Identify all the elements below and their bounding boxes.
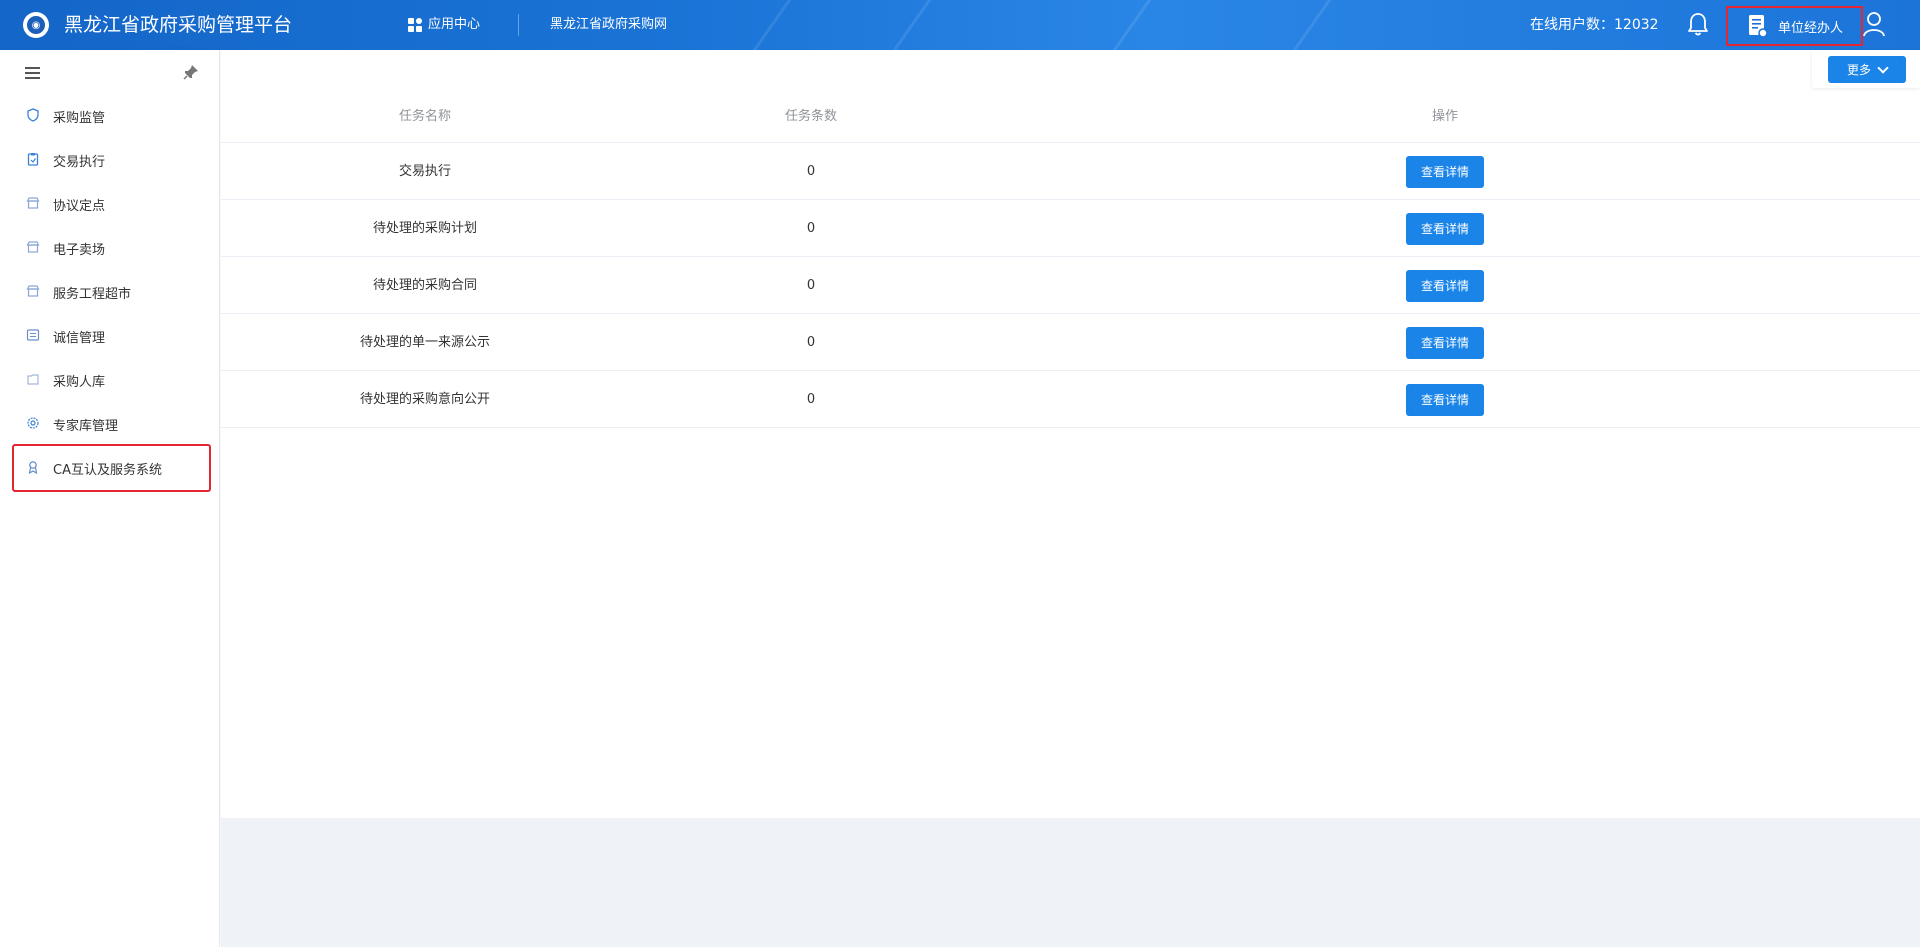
sidebar-item-agreement-points[interactable]: 协议定点 bbox=[0, 182, 220, 226]
table-row: 待处理的采购合同 0 查看详情 bbox=[221, 257, 1920, 314]
header-divider bbox=[518, 14, 519, 36]
site-link[interactable]: 黑龙江省政府采购网 bbox=[550, 14, 667, 36]
row-action-cell: 查看详情 bbox=[1349, 371, 1541, 428]
header-operation: 操作 bbox=[1431, 109, 1458, 124]
pin-icon[interactable] bbox=[183, 64, 199, 80]
row-action-cell: 查看详情 bbox=[1349, 257, 1541, 314]
view-details-button[interactable]: 查看详情 bbox=[1406, 383, 1484, 416]
view-details-button[interactable]: 查看详情 bbox=[1406, 326, 1484, 359]
sidebar-item-label: 采购监管 bbox=[53, 110, 106, 126]
list-icon bbox=[26, 329, 40, 341]
task-name: 待处理的采购合同 bbox=[372, 278, 477, 293]
task-name: 待处理的采购意向公开 bbox=[359, 392, 490, 407]
chevron-down-icon bbox=[1877, 61, 1889, 74]
task-count: 0 bbox=[806, 278, 816, 293]
task-count: 0 bbox=[806, 335, 816, 350]
role-label: 单位经办人 bbox=[1778, 20, 1844, 36]
table-row: 交易执行 0 查看详情 bbox=[221, 143, 1920, 200]
footer-area bbox=[221, 818, 1920, 947]
header-task-count: 任务条数 bbox=[784, 109, 837, 124]
grid-icon bbox=[408, 18, 422, 32]
task-name: 交易执行 bbox=[398, 164, 451, 179]
sidebar-item-label: 诚信管理 bbox=[53, 330, 106, 346]
app-title[interactable]: 黑龙江省政府采购管理平台 bbox=[64, 13, 292, 37]
sidebar-item-label: 专家库管理 bbox=[53, 418, 119, 434]
store-icon bbox=[26, 241, 40, 253]
row-action-cell: 查看详情 bbox=[1349, 200, 1541, 257]
user-icon[interactable] bbox=[1862, 11, 1886, 37]
sidebar-item-label: 服务工程超市 bbox=[53, 286, 132, 302]
more-toolbar: 更多 bbox=[1812, 50, 1920, 88]
role-switcher[interactable]: 单位经办人 bbox=[1726, 6, 1863, 46]
table-row: 待处理的采购意向公开 0 查看详情 bbox=[221, 371, 1920, 428]
view-details-button[interactable]: 查看详情 bbox=[1406, 212, 1484, 245]
sidebar-toolbar bbox=[0, 50, 219, 94]
task-count: 0 bbox=[806, 221, 816, 236]
task-table-header: 任务名称 任务条数 操作 bbox=[221, 90, 1920, 143]
task-name: 待处理的单一来源公示 bbox=[359, 335, 490, 350]
more-button[interactable]: 更多 bbox=[1828, 56, 1906, 83]
task-name: 待处理的采购计划 bbox=[372, 221, 477, 236]
sidebar-item-transaction-execution[interactable]: 交易执行 bbox=[0, 138, 220, 182]
store-icon bbox=[26, 285, 40, 297]
online-users-count: 在线用户数：12032 bbox=[1530, 17, 1659, 33]
task-count: 0 bbox=[806, 164, 816, 179]
row-action-cell: 查看详情 bbox=[1349, 143, 1541, 200]
gear-icon bbox=[27, 417, 39, 429]
sidebar-item-purchaser-library[interactable]: 采购人库 bbox=[0, 358, 220, 402]
sidebar-item-label: 协议定点 bbox=[53, 198, 106, 214]
shield-icon bbox=[27, 108, 39, 122]
view-details-button[interactable]: 查看详情 bbox=[1406, 269, 1484, 302]
row-action-cell: 查看详情 bbox=[1349, 314, 1541, 371]
header-task-name: 任务名称 bbox=[398, 109, 451, 124]
top-header: ◉ 黑龙江省政府采购管理平台 应用中心 黑龙江省政府采购网 在线用户数：1203… bbox=[0, 0, 1920, 50]
main-content: 更多 任务名称 任务条数 操作 交易执行 0 查看详情 待处理的采购计划 0 查… bbox=[221, 50, 1920, 818]
platform-logo-icon[interactable]: ◉ bbox=[23, 12, 49, 38]
sidebar-item-credit-management[interactable]: 诚信管理 bbox=[0, 314, 220, 358]
more-button-label: 更多 bbox=[1846, 63, 1871, 77]
ca-system-highlight bbox=[12, 444, 211, 492]
sidebar: 采购监管 交易执行 协议定点 电子卖场 服务工程超市 诚信管理 采购人库 专家库… bbox=[0, 50, 220, 947]
sidebar-item-label: 电子卖场 bbox=[53, 242, 106, 258]
table-row: 待处理的采购计划 0 查看详情 bbox=[221, 200, 1920, 257]
store-icon bbox=[26, 197, 40, 209]
view-details-button[interactable]: 查看详情 bbox=[1406, 155, 1484, 188]
task-count: 0 bbox=[806, 392, 816, 407]
app-center-button[interactable]: 应用中心 bbox=[408, 14, 480, 36]
app-center-label: 应用中心 bbox=[428, 17, 481, 32]
table-row: 待处理的单一来源公示 0 查看详情 bbox=[221, 314, 1920, 371]
bell-icon[interactable] bbox=[1686, 11, 1710, 37]
folder-icon bbox=[27, 374, 39, 385]
sidebar-item-label: 交易执行 bbox=[53, 154, 106, 170]
sidebar-item-label: 采购人库 bbox=[53, 374, 106, 390]
sidebar-item-service-engineering-market[interactable]: 服务工程超市 bbox=[0, 270, 220, 314]
sidebar-item-e-mall[interactable]: 电子卖场 bbox=[0, 226, 220, 270]
sidebar-item-expert-library[interactable]: 专家库管理 bbox=[0, 402, 220, 446]
sidebar-item-procurement-supervision[interactable]: 采购监管 bbox=[0, 94, 220, 138]
document-icon bbox=[1749, 15, 1768, 38]
hamburger-icon[interactable] bbox=[25, 67, 40, 79]
clipboard-icon bbox=[27, 153, 39, 166]
